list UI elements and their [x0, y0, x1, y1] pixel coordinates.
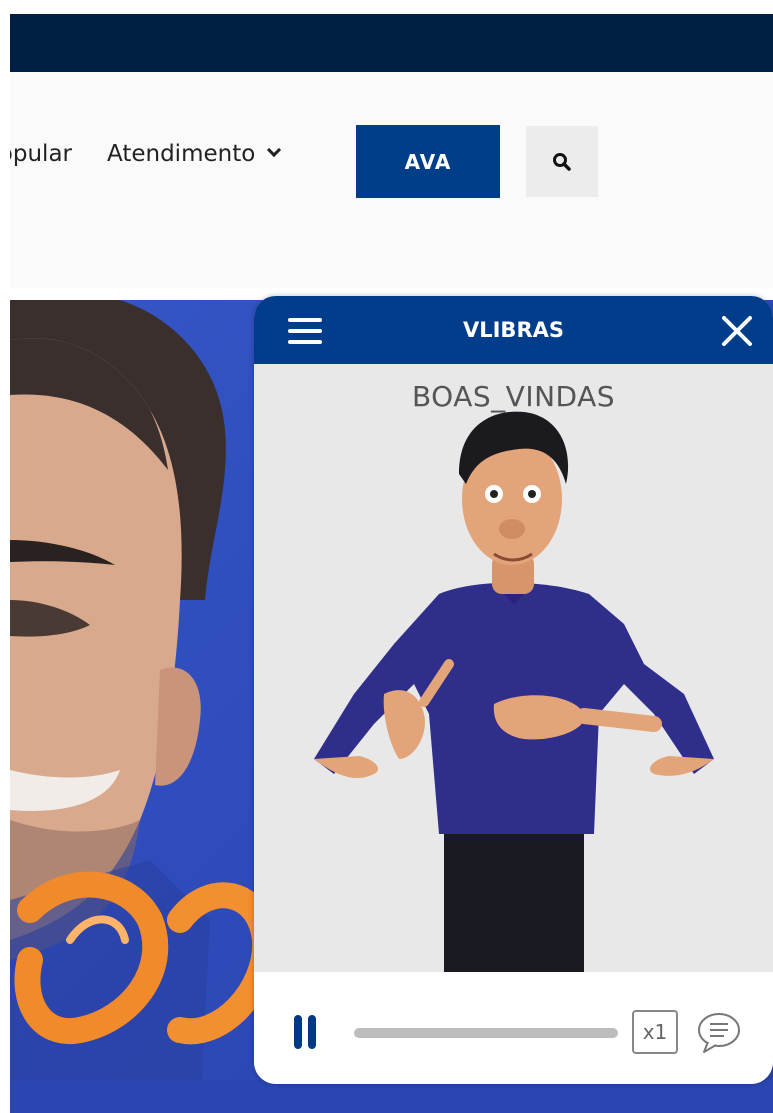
playback-progress-bar[interactable] — [354, 1028, 618, 1038]
menu-icon[interactable] — [288, 316, 324, 346]
avatar-stage: BOAS_VINDAS — [254, 364, 773, 972]
widget-title: VLIBRAS — [462, 318, 564, 342]
ava-button[interactable]: AVA — [356, 125, 500, 198]
subtitles-icon[interactable] — [694, 1008, 744, 1056]
search-button[interactable] — [526, 126, 598, 197]
nav-link-popular[interactable]: Popular — [10, 141, 72, 167]
search-icon — [553, 152, 571, 171]
hero-bottom-strip — [10, 1080, 773, 1113]
nav-link-atendimento-label: Atendimento — [107, 141, 256, 167]
page: Popular Atendimento AVA VLIBRAS — [0, 0, 773, 1113]
widget-controls: x1 — [254, 972, 773, 1084]
speed-button[interactable]: x1 — [632, 1010, 678, 1054]
vlibras-widget: VLIBRAS BOAS_VINDAS x1 — [254, 296, 773, 1084]
sign-language-avatar — [314, 411, 714, 972]
pause-icon[interactable] — [294, 1015, 316, 1049]
nav-link-atendimento[interactable]: Atendimento — [107, 141, 282, 167]
close-icon[interactable] — [720, 314, 754, 348]
top-bar — [10, 14, 773, 72]
chevron-down-icon — [267, 142, 282, 158]
